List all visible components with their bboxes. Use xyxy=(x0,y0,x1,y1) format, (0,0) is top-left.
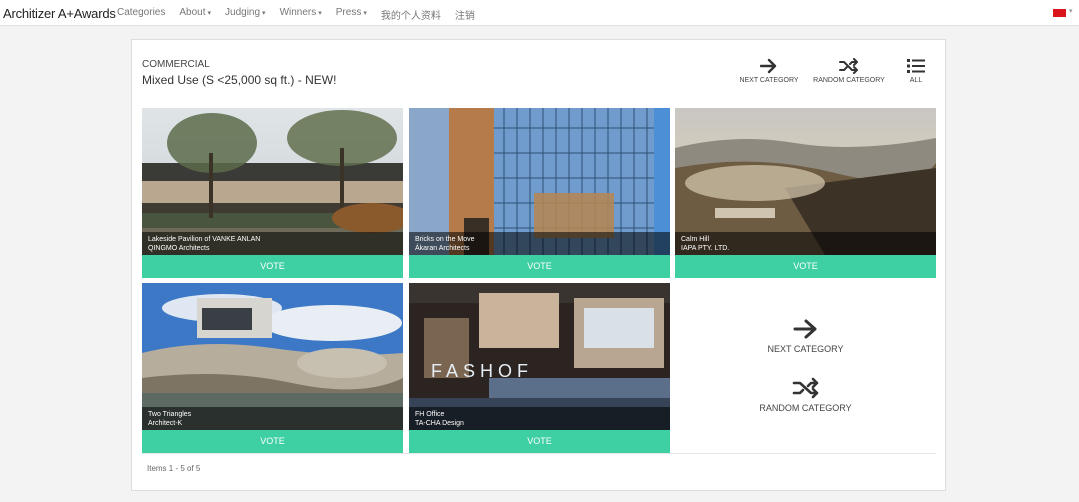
chevron-down-icon[interactable]: ▾ xyxy=(1069,7,1073,15)
entry-caption: FH Office TA-CHA Design xyxy=(409,407,670,430)
entry-firm-name: TA-CHA Design xyxy=(415,420,464,427)
vote-button[interactable]: VOTE xyxy=(409,255,670,278)
category-group: COMMERCIAL xyxy=(142,59,210,70)
chevron-down-icon: ▾ xyxy=(262,10,266,17)
next-category-button[interactable]: NEXT CATEGORY xyxy=(737,58,801,84)
entry-project-name: Two Triangles xyxy=(148,411,192,418)
shuffle-icon xyxy=(839,58,858,74)
nav-item-judging[interactable]: Judging ▾ xyxy=(225,7,266,22)
divider xyxy=(142,453,936,454)
brand-logo[interactable]: Architizer A+Awards xyxy=(3,6,116,21)
arrow-right-icon xyxy=(793,319,816,339)
arrow-right-icon xyxy=(760,58,777,74)
vote-button[interactable]: VOTE xyxy=(142,430,403,453)
chevron-down-icon: ▾ xyxy=(318,10,322,17)
nav-menu: Categories About ▾ Judging ▾ Winners ▾ Pres… xyxy=(117,7,489,22)
entry-project-name: FH Office xyxy=(415,411,445,418)
entry-caption: Two Triangles Architect-K xyxy=(142,407,403,430)
entry-card[interactable]: Calm Hill IAPA PTY. LTD. VOTE xyxy=(675,108,936,278)
items-count: Items 1 - 5 of 5 xyxy=(147,464,201,473)
vote-button[interactable]: VOTE xyxy=(409,430,670,453)
category-title: Mixed Use (S <25,000 sq ft.) - NEW! xyxy=(142,73,337,87)
entry-caption: Calm Hill IAPA PTY. LTD. xyxy=(675,232,936,255)
entry-project-name: Bricks on the Move xyxy=(415,236,475,243)
chevron-down-icon: ▾ xyxy=(207,10,212,17)
all-categories-button[interactable]: ALL xyxy=(900,58,932,84)
entry-card[interactable]: Lakeside Pavilion of VANKE ANLAN QINGMO … xyxy=(142,108,403,278)
nav-item-press[interactable]: Press ▾ xyxy=(336,7,367,22)
entry-project-name: Calm Hill xyxy=(681,236,709,243)
random-category-link[interactable]: RANDOM CATEGORY xyxy=(675,377,936,413)
nav-item-logout[interactable]: 注销 xyxy=(455,7,475,22)
entry-firm-name: Ákaran Architects xyxy=(415,245,470,252)
entry-card[interactable]: FASHOF FH Office TA-CHA Design VOTE xyxy=(409,283,670,453)
entry-caption: Lakeside Pavilion of VANKE ANLAN QINGMO … xyxy=(142,232,403,255)
entry-firm-name: QINGMO Architects xyxy=(148,245,210,252)
entry-card[interactable]: Two Triangles Architect-K VOTE xyxy=(142,283,403,453)
entry-caption: Bricks on the Move Ákaran Architects xyxy=(409,232,670,255)
vote-button[interactable]: VOTE xyxy=(675,255,936,278)
next-category-link[interactable]: NEXT CATEGORY xyxy=(675,318,936,354)
nav-item-profile[interactable]: 我的个人资料 xyxy=(381,7,441,22)
entry-firm-name: Architect-K xyxy=(148,420,183,427)
nav-item-about[interactable]: About ▾ xyxy=(179,7,211,22)
entry-firm-name: IAPA PTY. LTD. xyxy=(681,245,730,252)
entry-card[interactable]: Bricks on the Move Ákaran Architects VOT… xyxy=(409,108,670,278)
random-category-button[interactable]: RANDOM CATEGORY xyxy=(812,58,886,84)
entry-project-name: Lakeside Pavilion of VANKE ANLAN xyxy=(148,236,261,243)
category-panel: COMMERCIAL Mixed Use (S <25,000 sq ft.) … xyxy=(131,39,946,491)
list-icon xyxy=(907,59,925,73)
vote-button[interactable]: VOTE xyxy=(142,255,403,278)
fh-office-sign: FASHOF xyxy=(431,361,533,381)
shuffle-icon xyxy=(792,377,818,399)
nav-item-winners[interactable]: Winners ▾ xyxy=(280,7,322,22)
top-navbar: Architizer A+Awards Categories About ▾ Ju… xyxy=(0,0,1079,26)
chevron-down-icon: ▾ xyxy=(363,10,367,17)
nav-item-categories[interactable]: Categories xyxy=(117,7,165,22)
language-flag-icon[interactable] xyxy=(1053,9,1066,17)
